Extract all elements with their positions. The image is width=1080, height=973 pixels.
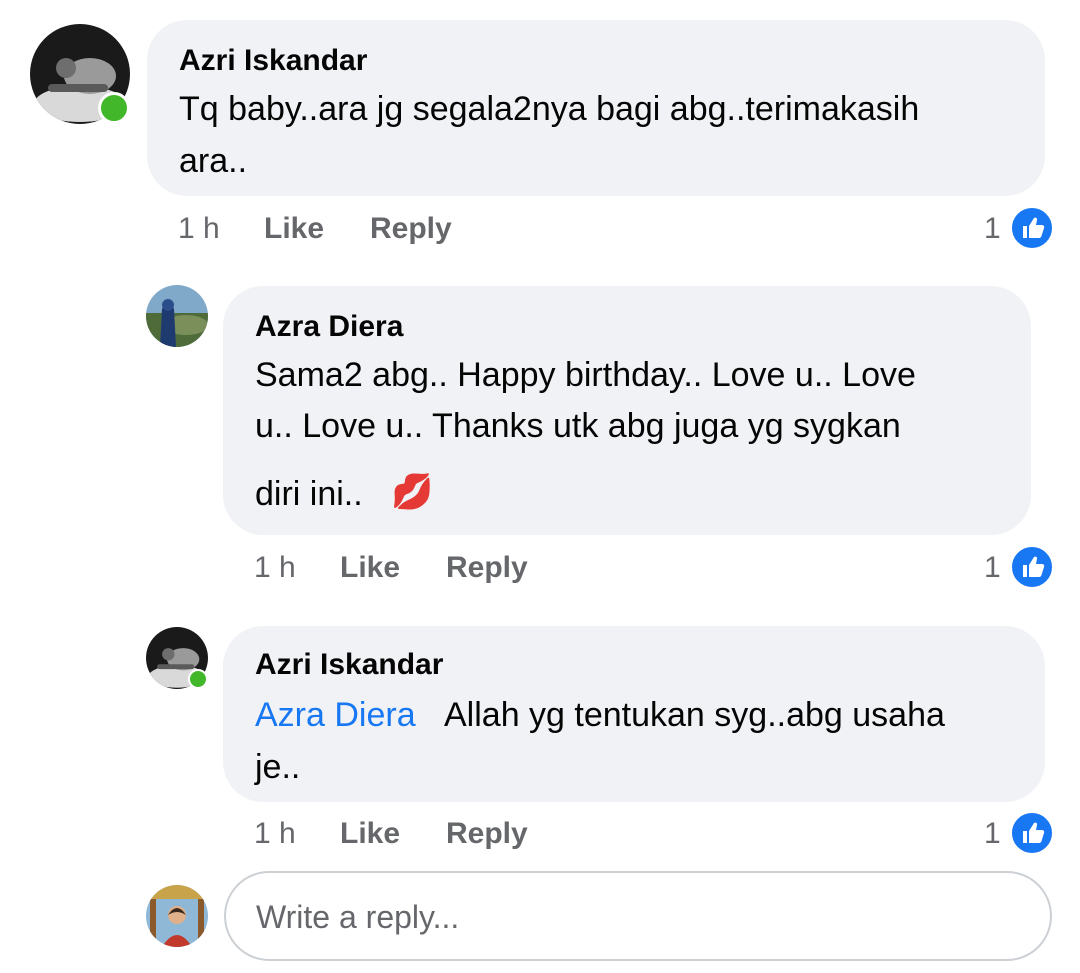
comment-timestamp[interactable]: 1 h (254, 817, 296, 851)
comment-timestamp[interactable]: 1 h (178, 212, 220, 246)
like-button[interactable]: Like (340, 551, 400, 585)
avatar-photo (146, 885, 208, 947)
comment-author[interactable]: Azri Iskandar (179, 44, 367, 78)
comment-text-line: Tq baby..ara jg segala2nya bagi abg..ter… (179, 90, 920, 128)
reply-button[interactable]: Reply (446, 551, 528, 585)
comment-bubble: Azra Diera Sama2 abg.. Happy birthday.. … (223, 286, 1031, 535)
comment-timestamp[interactable]: 1 h (254, 551, 296, 585)
kiss-mark-icon: 💋 (391, 473, 434, 511)
like-button[interactable]: Like (340, 817, 400, 851)
reaction-count[interactable]: 1 (984, 551, 1001, 585)
comment-author[interactable]: Azri Iskandar (255, 648, 443, 682)
online-status-indicator (98, 92, 130, 124)
comment-text-line: Allah yg tentukan syg..abg usaha (444, 696, 945, 734)
avatar-azra-diera[interactable] (146, 285, 208, 347)
reply-button[interactable]: Reply (370, 212, 452, 246)
avatar-azri-iskandar[interactable] (30, 24, 130, 124)
comment-text-line: ara.. (179, 142, 248, 180)
comment-bubble: Azri Iskandar Tq baby..ara jg segala2nya… (147, 20, 1045, 196)
thumbs-up-icon[interactable] (1009, 205, 1055, 251)
thumbs-up-icon[interactable] (1009, 544, 1055, 590)
avatar-photo (146, 285, 208, 347)
avatar-current-user[interactable] (146, 885, 208, 947)
online-status-indicator (188, 669, 208, 689)
reaction-count[interactable]: 1 (984, 817, 1001, 851)
like-button[interactable]: Like (264, 212, 324, 246)
mention-link[interactable]: Azra Diera (255, 696, 416, 735)
thumbs-up-icon[interactable] (1009, 810, 1055, 856)
reply-input-container[interactable] (224, 871, 1052, 961)
comment-bubble: Azri Iskandar Azra Diera Allah yg tentuk… (223, 626, 1045, 802)
reaction-count[interactable]: 1 (984, 212, 1001, 246)
avatar-azri-iskandar[interactable] (146, 627, 208, 689)
comment-text-line: diri ini.. (255, 475, 363, 513)
reply-input[interactable] (254, 873, 1018, 961)
comment-author[interactable]: Azra Diera (255, 310, 403, 344)
reply-button[interactable]: Reply (446, 817, 528, 851)
comment-text-line: je.. (255, 748, 301, 786)
comment-text-line: u.. Love u.. Thanks utk abg juga yg sygk… (255, 407, 901, 445)
comment-text-line: Sama2 abg.. Happy birthday.. Love u.. Lo… (255, 356, 916, 394)
